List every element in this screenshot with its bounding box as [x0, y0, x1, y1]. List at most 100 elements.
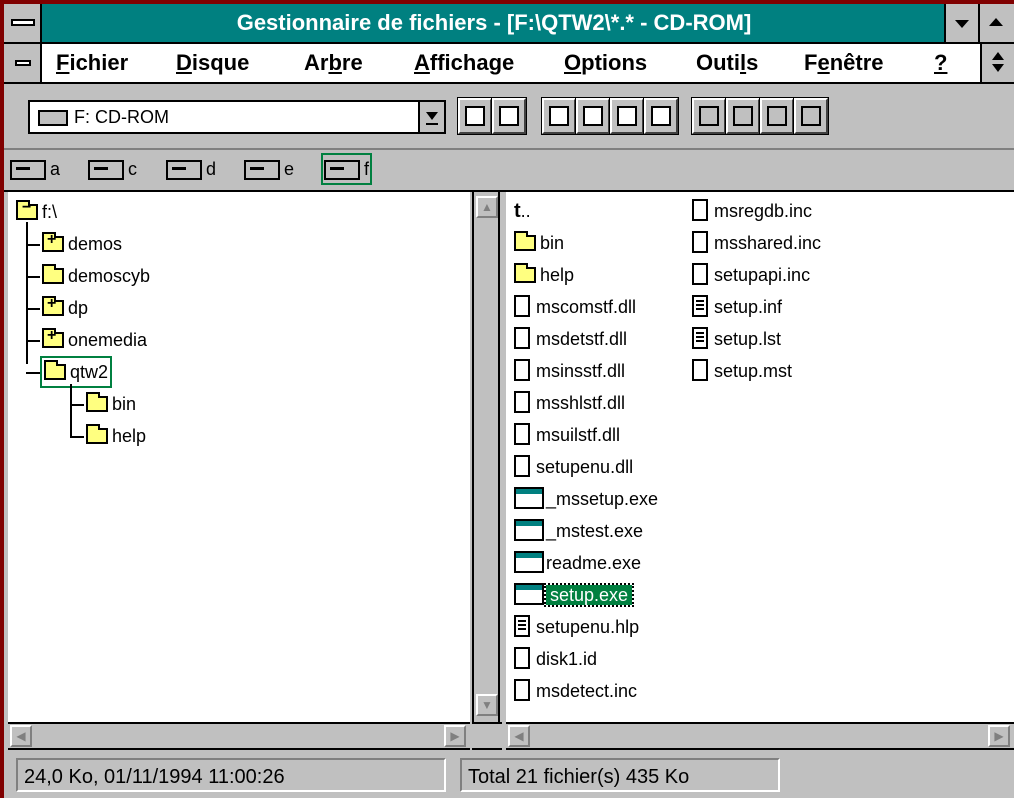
scroll-up-arrow[interactable]: ▲: [476, 196, 498, 218]
file-name: _mssetup.exe: [546, 489, 659, 509]
file-item---[interactable]: t..: [514, 196, 531, 226]
tree-connector: [70, 384, 72, 438]
file-name: setup.lst: [714, 329, 782, 349]
scroll-down-arrow[interactable]: ▼: [476, 694, 498, 716]
tree-item-bin[interactable]: bin: [86, 390, 136, 418]
restore-child-button[interactable]: [980, 44, 1014, 82]
file-item-readme-exe[interactable]: readme.exe: [514, 548, 641, 578]
file-name: msuilstf.dll: [536, 425, 621, 445]
file-icon: [514, 423, 530, 446]
file-item-msdetstf-dll[interactable]: msdetstf.dll: [514, 324, 627, 354]
scroll-left-arrow[interactable]: ◀: [10, 725, 32, 747]
minimize-button[interactable]: [944, 4, 978, 42]
file-list[interactable]: t.. bin help mscomstf.dll msdetstf.dll msinss…: [506, 192, 1014, 722]
view-all-details-button[interactable]: [491, 97, 527, 135]
files-scroll-right-arrow[interactable]: ▶: [988, 725, 1010, 747]
floppy-icon: [10, 160, 46, 181]
drive-select-dropdown-button[interactable]: [418, 102, 444, 132]
window-frame: Gestionnaire de fichiers - [F:\QTW2\*.* …: [0, 0, 1014, 798]
connect-drive-button[interactable]: [725, 97, 761, 135]
file-name: help: [540, 265, 575, 285]
tree-connector: [26, 340, 40, 342]
parent-dir-icon: t: [514, 200, 521, 222]
tree-item-label: help: [112, 426, 147, 446]
tree-item-root[interactable]: f:\: [16, 198, 57, 226]
tree-item-label: f:\: [42, 202, 58, 222]
tree-horizontal-scrollbar[interactable]: ◀ ▶: [8, 722, 470, 750]
file-name: bin: [540, 233, 565, 253]
tree-item-dp[interactable]: dp: [42, 294, 88, 322]
connect-drive-icon: [733, 106, 753, 126]
child-system-menu-button[interactable]: [4, 44, 42, 82]
sort-by-name-button[interactable]: [541, 97, 577, 135]
menu-affichage[interactable]: Affichage: [414, 44, 514, 82]
drive-e[interactable]: e: [244, 154, 294, 184]
toolbar: F: CD-ROM: [4, 84, 1014, 150]
file-name: msregdb.inc: [714, 201, 813, 221]
file-item-disk1-id[interactable]: disk1.id: [514, 644, 597, 674]
file-item-msshared-inc[interactable]: msshared.inc: [692, 228, 821, 258]
drive-letter: c: [128, 159, 137, 179]
menu-disque[interactable]: Disque: [176, 44, 249, 82]
file-item-setup-inf[interactable]: setup.inf: [692, 292, 782, 322]
files-horizontal-scrollbar[interactable]: ◀ ▶: [506, 722, 1014, 750]
menu-arbre[interactable]: Arbre: [304, 44, 363, 82]
sort-by-type-button[interactable]: [575, 97, 611, 135]
view-name-only-button[interactable]: [457, 97, 493, 135]
properties-icon: [651, 106, 671, 126]
files-scroll-left-arrow[interactable]: ◀: [508, 725, 530, 747]
file-item-msuilstf-dll[interactable]: msuilstf.dll: [514, 420, 620, 450]
file-item-setupapi-inc[interactable]: setupapi.inc: [692, 260, 810, 290]
new-window-button[interactable]: [609, 97, 645, 135]
properties-button[interactable]: [643, 97, 679, 135]
menu-fentre[interactable]: Fenêtre: [804, 44, 884, 82]
tree-item-help[interactable]: help: [86, 422, 146, 450]
tree-item-demoscyb[interactable]: demoscyb: [42, 262, 150, 290]
file-item-help[interactable]: help: [514, 260, 574, 290]
file-icon: [514, 327, 530, 350]
drive-c[interactable]: c: [88, 154, 137, 184]
directory-tree[interactable]: f:\ demos demoscyb dp onemedia qtw2 bin help: [8, 192, 470, 722]
file-item-mscomstf-dll[interactable]: mscomstf.dll: [514, 292, 636, 322]
tree-item-label: bin: [112, 394, 137, 414]
format-disk-button[interactable]: [691, 97, 727, 135]
scroll-right-arrow[interactable]: ▶: [444, 725, 466, 747]
file-name: disk1.id: [536, 649, 598, 669]
drive-select[interactable]: F: CD-ROM: [28, 100, 446, 134]
file-item-bin[interactable]: bin: [514, 228, 564, 258]
file-item--mstest-exe[interactable]: _mstest.exe: [514, 516, 643, 546]
drive-d[interactable]: d: [166, 154, 216, 184]
file-item--mssetup-exe[interactable]: _mssetup.exe: [514, 484, 658, 514]
file-item-msinsstf-dll[interactable]: msinsstf.dll: [514, 356, 625, 386]
drive-a[interactable]: a: [10, 154, 60, 184]
drive-select-value: F: CD-ROM: [74, 107, 169, 127]
tree-item-onemedia[interactable]: onemedia: [42, 326, 147, 354]
file-item-msdetect-inc[interactable]: msdetect.inc: [514, 676, 637, 706]
file-item-setup-lst[interactable]: setup.lst: [692, 324, 781, 354]
disk-info-button[interactable]: [759, 97, 795, 135]
maximize-button[interactable]: [978, 4, 1014, 42]
tree-item-label: onemedia: [68, 330, 148, 350]
system-menu-button[interactable]: [4, 4, 42, 42]
file-item-msregdb-inc[interactable]: msregdb.inc: [692, 196, 812, 226]
tree-vertical-scrollbar[interactable]: ▲ ▼: [472, 192, 500, 722]
file-name: setup.mst: [714, 361, 793, 381]
menu-fichier[interactable]: Fichier: [56, 44, 128, 82]
hard-disk-icon: [244, 160, 280, 181]
file-item-setupenu-dll[interactable]: setupenu.dll: [514, 452, 633, 482]
file-name: msshlstf.dll: [536, 393, 626, 413]
menu-options[interactable]: Options: [564, 44, 647, 82]
file-item-msshlstf-dll[interactable]: msshlstf.dll: [514, 388, 625, 418]
drive-f[interactable]: f: [320, 153, 373, 185]
menu-help[interactable]: ?: [934, 44, 947, 82]
folder-icon: [42, 263, 64, 284]
menu-outils[interactable]: Outils: [696, 44, 758, 82]
file-item-setup-exe[interactable]: setup.exe: [514, 580, 635, 610]
title-bar[interactable]: Gestionnaire de fichiers - [F:\QTW2\*.* …: [4, 4, 1014, 44]
file-item-setup-mst[interactable]: setup.mst: [692, 356, 792, 386]
tree-item-qtw2[interactable]: qtw2: [39, 356, 113, 388]
file-item-setupenu-hlp[interactable]: setupenu.hlp: [514, 612, 639, 642]
file-icon: [692, 263, 708, 286]
run-button[interactable]: [793, 97, 829, 135]
tree-item-demos[interactable]: demos: [42, 230, 122, 258]
